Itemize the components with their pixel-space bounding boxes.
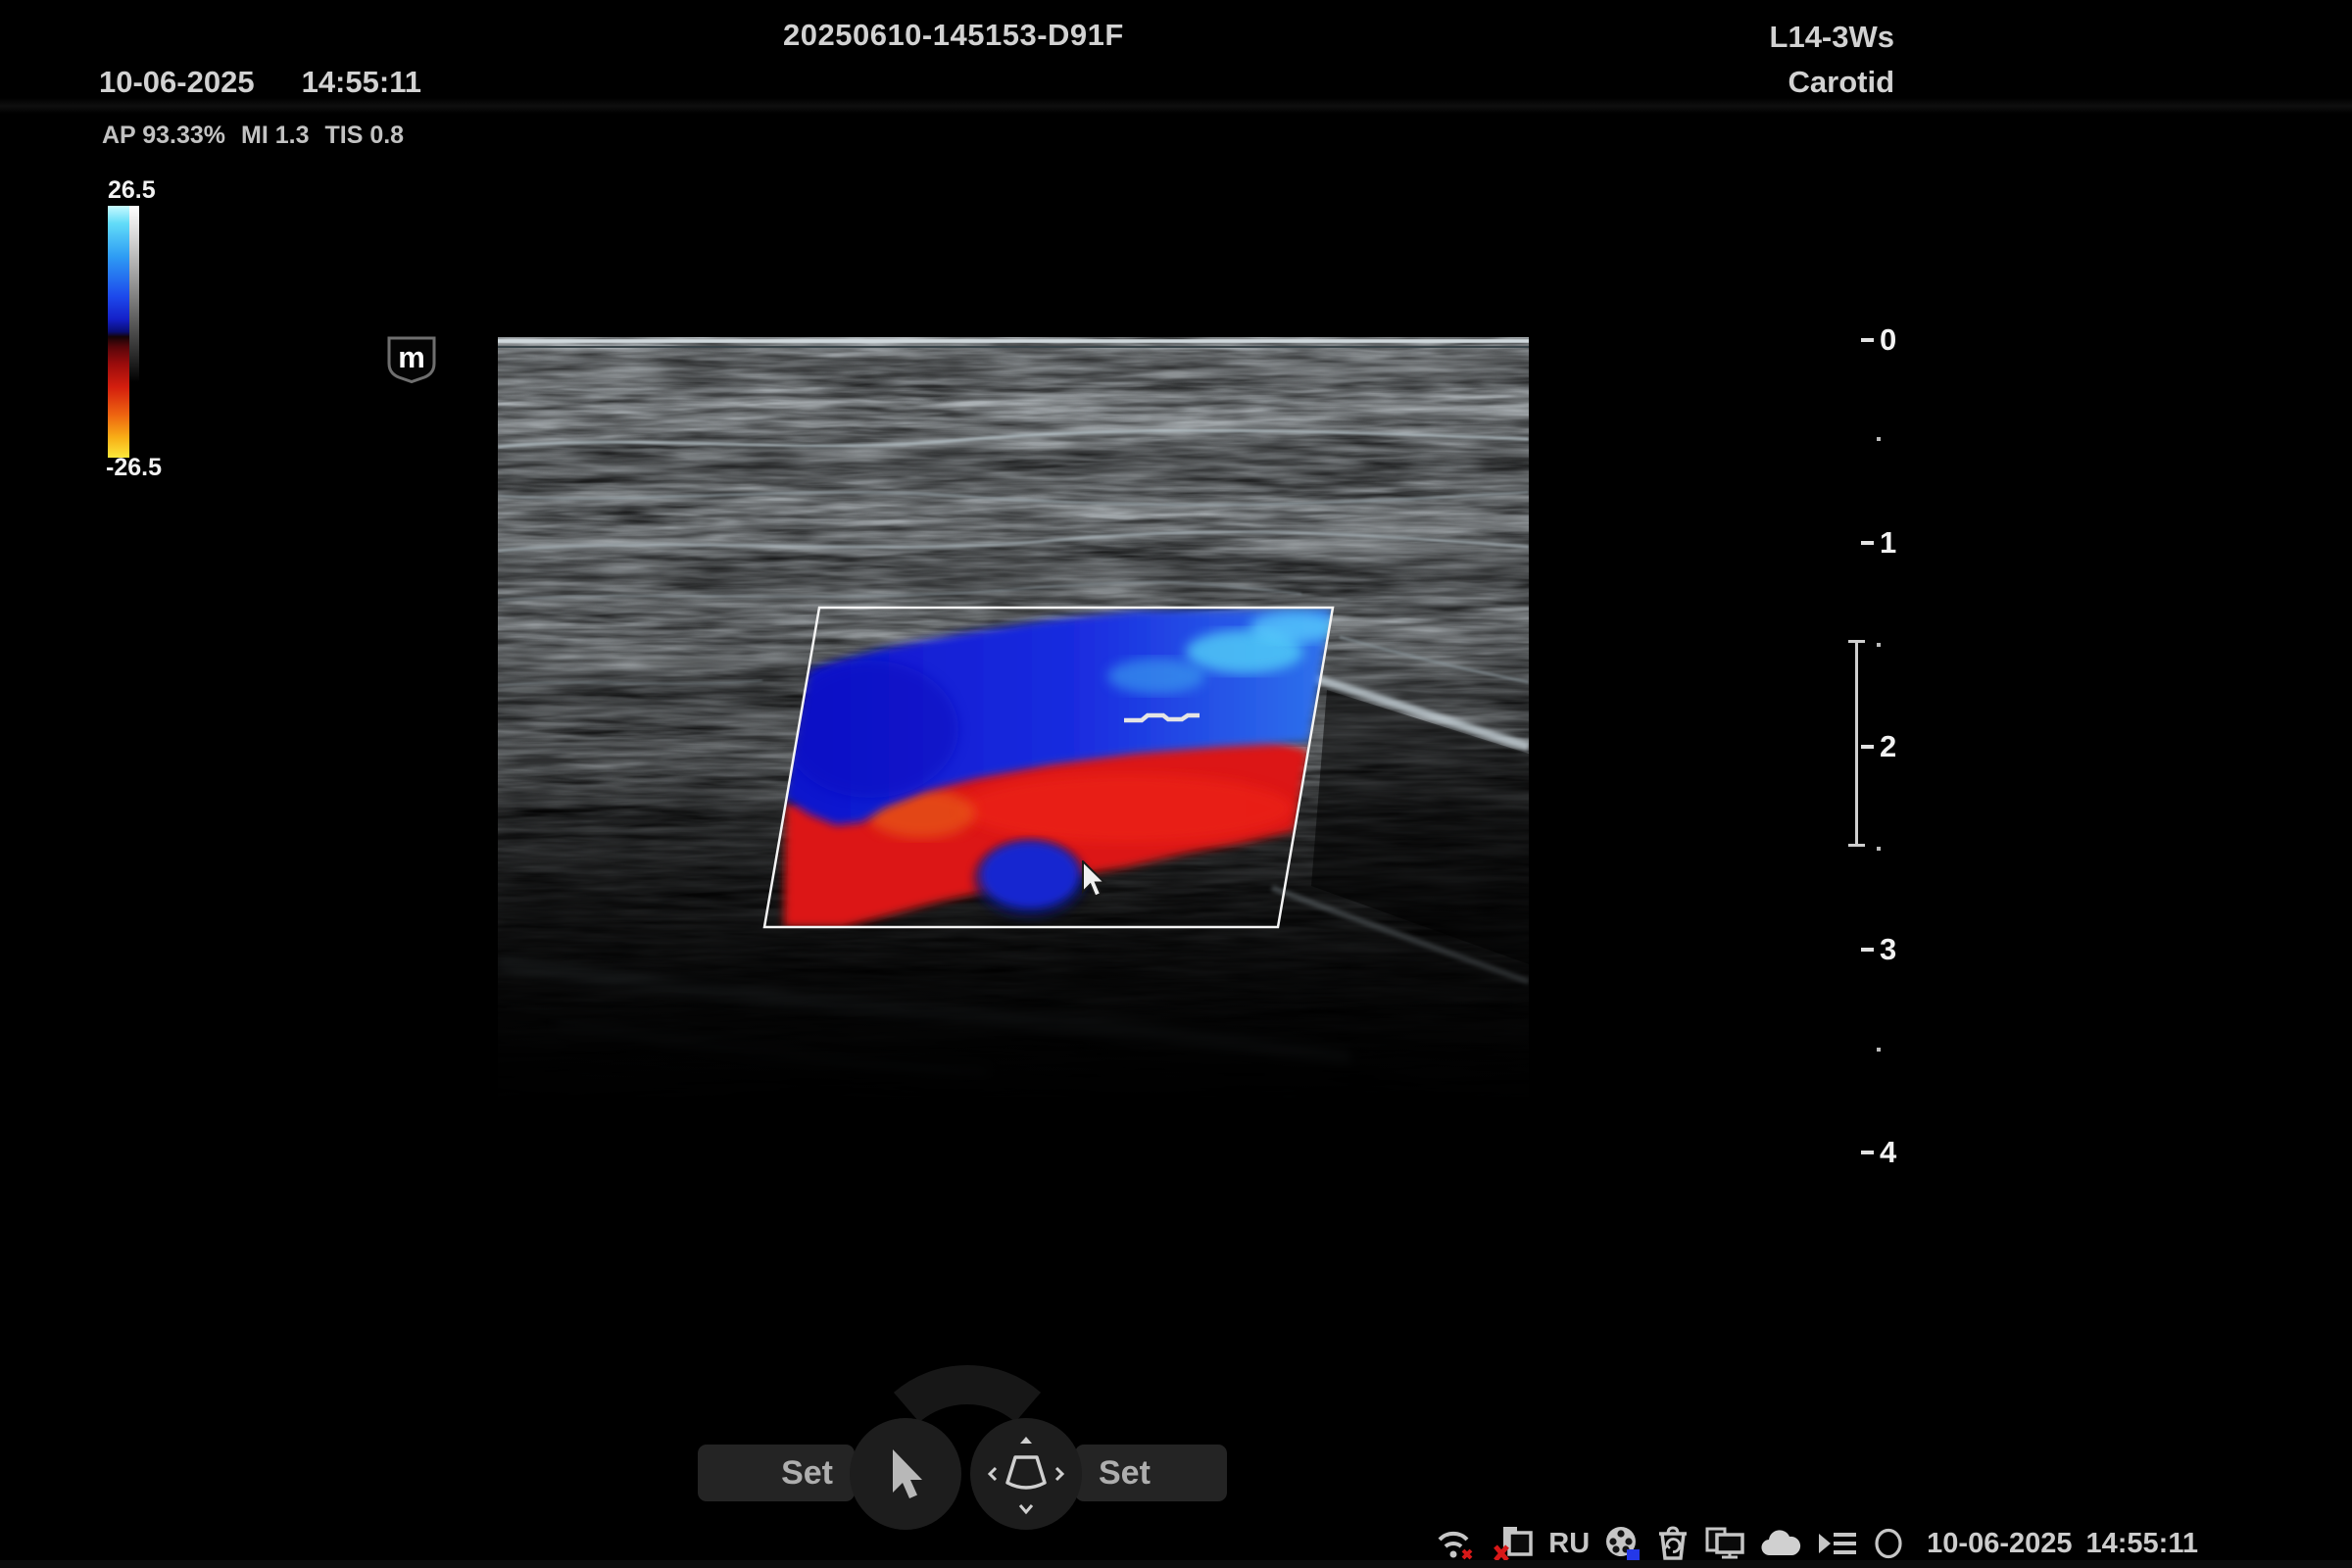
taskbar-date: 10-06-2025	[1927, 1528, 2072, 1560]
grayscale-bar	[129, 206, 139, 382]
trackball-probe-icon	[970, 1418, 1082, 1530]
exam-id: 20250610-145153-D91F	[783, 18, 1101, 53]
taskbar-strip	[0, 1560, 2352, 1568]
dual-display-icon[interactable]	[1703, 1525, 1746, 1562]
task-queue-icon[interactable]	[1815, 1527, 1858, 1560]
depth-tick-3	[1861, 948, 1874, 952]
flow-blue-blob	[981, 842, 1079, 908]
focus-zone-marker[interactable]	[1855, 642, 1858, 845]
depth-tick-2	[1861, 745, 1874, 749]
status-ring-icon[interactable]	[1872, 1527, 1905, 1560]
depth-halftick	[1877, 847, 1881, 851]
depth-halftick	[1877, 437, 1881, 441]
probe-name: L14-3Ws	[1770, 20, 1894, 55]
depth-halftick	[1877, 643, 1881, 647]
mindray-logo: m	[386, 335, 437, 384]
depth-label-0: 0	[1880, 321, 1896, 359]
exam-preset: Carotid	[1788, 65, 1895, 100]
pointer-icon	[893, 1449, 922, 1498]
system-taskbar: RU	[1437, 1523, 2198, 1564]
header-date: 10-06-2025	[99, 65, 255, 99]
acoustic-power: AP 93.33%	[102, 122, 225, 149]
sonogram-image[interactable]	[498, 337, 1529, 1136]
depth-tick-4	[1861, 1151, 1874, 1154]
set-button-left[interactable]: Set	[698, 1445, 855, 1501]
velocity-scale-max: 26.5	[108, 176, 156, 205]
depth-halftick	[1877, 1048, 1881, 1052]
set-button-right[interactable]: Set	[1075, 1445, 1227, 1501]
logo-letter: m	[398, 340, 425, 374]
depth-tick-1	[1861, 541, 1874, 545]
focus-zone-cap-top	[1848, 640, 1865, 643]
depth-tick-0	[1861, 338, 1874, 342]
velocity-scale-min: -26.5	[106, 454, 162, 482]
display-disconnected-icon[interactable]	[1492, 1525, 1535, 1562]
focus-zone-cap-bottom	[1848, 844, 1865, 847]
depth-label-1: 1	[1880, 524, 1896, 562]
depth-label-3: 3	[1880, 931, 1896, 968]
depth-label-2: 2	[1880, 728, 1896, 765]
mouse-cursor	[1081, 860, 1114, 904]
cloud-icon[interactable]	[1760, 1529, 1801, 1558]
header-time: 14:55:11	[302, 65, 421, 99]
video-record-icon[interactable]	[1603, 1524, 1642, 1563]
acoustic-output-readout: AP 93.33% MI 1.3 TIS 0.8	[102, 122, 419, 150]
hidden-menubar-shadow	[0, 98, 2352, 114]
thermal-index: TIS 0.8	[325, 122, 405, 149]
mechanical-index: MI 1.3	[241, 122, 309, 149]
depth-label-4: 4	[1880, 1134, 1896, 1171]
recycle-bin-icon[interactable]	[1656, 1525, 1690, 1562]
trackball-key[interactable]	[970, 1418, 1082, 1530]
cursor-arrow-icon	[1083, 861, 1104, 897]
color-doppler-scale-bar	[108, 206, 129, 458]
header-datetime: 10-06-2025 14:55:11	[99, 65, 421, 100]
trackball-fan-indicator	[884, 1345, 1051, 1421]
pointer-mode-key[interactable]	[850, 1418, 961, 1530]
taskbar-time: 14:55:11	[2086, 1528, 2199, 1560]
wifi-disconnected-icon[interactable]	[1437, 1526, 1478, 1561]
ultrasound-screen: 20250610-145153-D91F L14-3Ws Carotid 10-…	[0, 0, 2352, 1568]
language-indicator[interactable]: RU	[1548, 1528, 1590, 1560]
